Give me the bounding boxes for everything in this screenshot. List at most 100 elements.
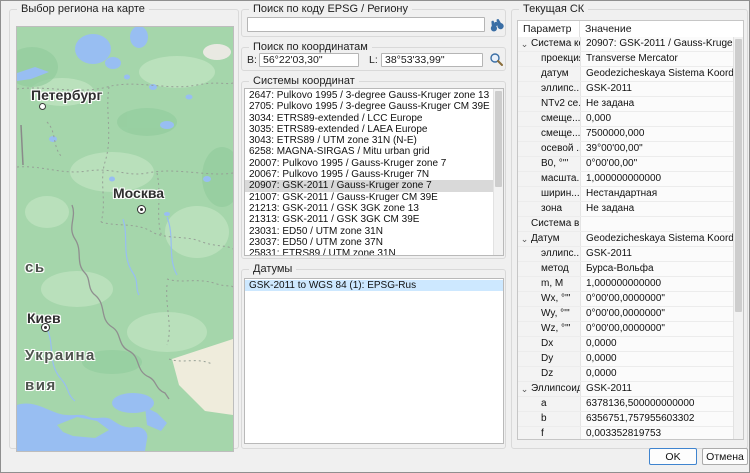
list-item[interactable]: 3043: ETRS89 / UTM zone 31N (N-E): [245, 135, 493, 146]
expand-icon[interactable]: [518, 427, 531, 440]
expand-icon[interactable]: [518, 97, 531, 111]
coordinate-search-button[interactable]: [488, 51, 505, 68]
param-column-header[interactable]: Параметр: [518, 21, 580, 37]
list-item[interactable]: 23031: ED50 / UTM zone 31N: [245, 226, 493, 237]
map-label: Петербург: [31, 87, 102, 103]
systems-listbox: 2647: Pulkovo 1995 / 3-degree Gauss-Krug…: [244, 88, 504, 256]
table-row[interactable]: B0, °'" 0°00'00,00": [518, 157, 733, 172]
table-row[interactable]: проекция Transverse Mercator: [518, 52, 733, 67]
table-scrollbar-thumb[interactable]: [735, 39, 742, 312]
epsg-search-input[interactable]: [247, 17, 485, 32]
b-input[interactable]: [259, 53, 359, 67]
expand-icon[interactable]: [518, 202, 531, 216]
list-item[interactable]: 3034: ETRS89-extended / LCC Europe: [245, 113, 493, 124]
list-item[interactable]: 2705: Pulkovo 1995 / 3-degree Gauss-Krug…: [245, 101, 493, 112]
expand-icon[interactable]: [518, 82, 531, 96]
table-row[interactable]: эллипс... GSK-2011: [518, 247, 733, 262]
table-row[interactable]: b 6356751,757955603302: [518, 412, 733, 427]
table-row[interactable]: зона Не задана: [518, 202, 733, 217]
expand-icon[interactable]: [518, 262, 531, 276]
city-marker-icon[interactable]: [137, 205, 146, 214]
expand-icon[interactable]: [518, 187, 531, 201]
list-item[interactable]: 21007: GSK-2011 / Gauss-Kruger CM 39E: [245, 192, 493, 203]
list-item[interactable]: 20007: Pulkovo 1995 / Gauss-Kruger zone …: [245, 158, 493, 169]
table-row[interactable]: f 0,003352819753: [518, 427, 733, 440]
expand-icon[interactable]: [518, 127, 531, 141]
map-label: Москва: [113, 185, 164, 201]
region-map[interactable]: ПетербургМосквасьКиевУкраинавия: [16, 26, 234, 452]
cancel-button[interactable]: Отмена: [702, 448, 748, 465]
expand-icon[interactable]: [518, 412, 531, 426]
city-marker-icon[interactable]: [41, 323, 50, 332]
table-row[interactable]: масшта... 1,000000000000: [518, 172, 733, 187]
table-row[interactable]: ширин... Нестандартная: [518, 187, 733, 202]
table-row[interactable]: Dx 0,0000: [518, 337, 733, 352]
expand-icon[interactable]: [518, 277, 531, 291]
coord-search-title: Поиск по координатам: [249, 41, 372, 53]
expand-icon[interactable]: [518, 322, 531, 336]
expand-icon[interactable]: ⌄: [518, 382, 531, 396]
table-row[interactable]: эллипс... GSK-2011: [518, 82, 733, 97]
table-row[interactable]: осевой ... 39°00'00,00": [518, 142, 733, 157]
table-row[interactable]: ⌄ Система ко... 20907: GSK-2011 / Gauss-…: [518, 37, 733, 52]
table-row[interactable]: смеще... 7500000,000: [518, 127, 733, 142]
list-item[interactable]: 21313: GSK-2011 / GSK 3GK CM 39E: [245, 214, 493, 225]
table-row[interactable]: ⌄ Датум Geodezicheskaya Sistema Koordina…: [518, 232, 733, 247]
epsg-search-title: Поиск по коду EPSG / Региону: [249, 3, 412, 15]
value-column-header[interactable]: Значение: [580, 21, 743, 37]
expand-icon[interactable]: ⌄: [518, 232, 531, 246]
expand-icon[interactable]: [518, 157, 531, 171]
table-row[interactable]: смеще... 0,000: [518, 112, 733, 127]
list-item[interactable]: 23037: ED50 / UTM zone 37N: [245, 237, 493, 248]
systems-scrollbar[interactable]: [493, 89, 503, 255]
value-cell: 0°00'00,0000000": [580, 322, 733, 336]
map-label: вия: [25, 377, 57, 394]
table-row[interactable]: Dy 0,0000: [518, 352, 733, 367]
table-row[interactable]: a 6378136,500000000000: [518, 397, 733, 412]
binoculars-button[interactable]: [488, 16, 505, 33]
city-marker-icon[interactable]: [39, 103, 46, 110]
value-cell: 6356751,757955603302: [580, 412, 733, 426]
expand-icon[interactable]: [518, 67, 531, 81]
expand-icon[interactable]: [518, 142, 531, 156]
list-item[interactable]: GSK-2011 to WGS 84 (1): EPSG-Rus: [245, 280, 503, 291]
table-row[interactable]: ⌄ Эллипсоид GSK-2011: [518, 382, 733, 397]
expand-icon[interactable]: [518, 397, 531, 411]
list-item[interactable]: 25831: ETRS89 / UTM zone 31N: [245, 248, 493, 256]
systems-scrollbar-thumb[interactable]: [495, 91, 502, 187]
table-row[interactable]: m, M 1,000000000000: [518, 277, 733, 292]
table-row[interactable]: NTv2 се... Не задана: [518, 97, 733, 112]
expand-icon[interactable]: ⌄: [518, 37, 531, 51]
table-row[interactable]: Wx, °'" 0°00'00,0000000": [518, 292, 733, 307]
map-label: Украина: [25, 347, 96, 364]
expand-icon[interactable]: [518, 52, 531, 66]
datums-title: Датумы: [249, 263, 296, 275]
l-label: L:: [369, 54, 378, 66]
table-row[interactable]: Система в...: [518, 217, 733, 232]
expand-icon[interactable]: [518, 247, 531, 261]
table-row[interactable]: датум Geodezicheskaya Sistema Koordinat …: [518, 67, 733, 82]
list-item[interactable]: 2647: Pulkovo 1995 / 3-degree Gauss-Krug…: [245, 90, 493, 101]
list-item[interactable]: 6258: MAGNA-SIRGAS / Mitu urban grid: [245, 146, 493, 157]
list-item[interactable]: 3035: ETRS89-extended / LAEA Europe: [245, 124, 493, 135]
table-row[interactable]: метод Бурса-Вольфа: [518, 262, 733, 277]
list-item[interactable]: 20907: GSK-2011 / Gauss-Kruger zone 7: [245, 180, 493, 191]
table-rows: ⌄ Система ко... 20907: GSK-2011 / Gauss-…: [518, 37, 733, 439]
l-input[interactable]: [381, 53, 483, 67]
expand-icon[interactable]: [518, 172, 531, 186]
expand-icon[interactable]: [518, 352, 531, 366]
expand-icon[interactable]: [518, 217, 531, 231]
table-scrollbar[interactable]: [733, 37, 743, 439]
table-row[interactable]: Wy, °'" 0°00'00,0000000": [518, 307, 733, 322]
list-item[interactable]: 21213: GSK-2011 / GSK 3GK zone 13: [245, 203, 493, 214]
list-item[interactable]: 20067: Pulkovo 1995 / Gauss-Kruger 7N: [245, 169, 493, 180]
expand-icon[interactable]: [518, 292, 531, 306]
ok-button[interactable]: OK: [649, 448, 697, 465]
table-row[interactable]: Dz 0,0000: [518, 367, 733, 382]
table-row[interactable]: Wz, °'" 0°00'00,0000000": [518, 322, 733, 337]
datums-groupbox: Датумы GSK-2011 to WGS 84 (1): EPSG-Rus: [241, 269, 506, 449]
expand-icon[interactable]: [518, 337, 531, 351]
expand-icon[interactable]: [518, 367, 531, 381]
expand-icon[interactable]: [518, 307, 531, 321]
expand-icon[interactable]: [518, 112, 531, 126]
